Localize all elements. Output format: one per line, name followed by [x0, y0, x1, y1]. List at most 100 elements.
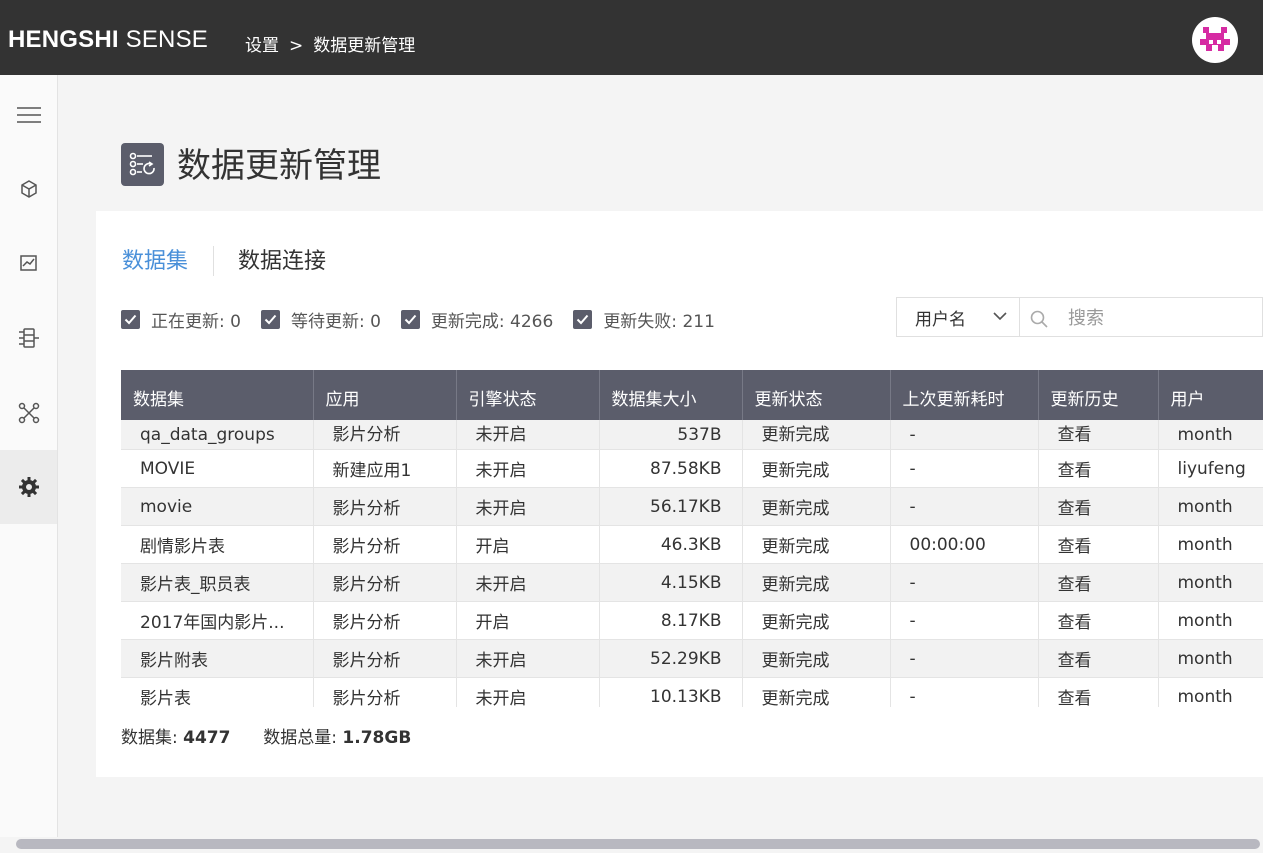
cell-engine-status: 未开启 — [456, 563, 600, 602]
cell-user: liyufeng — [1158, 449, 1263, 488]
cell-duration: - — [890, 420, 1039, 450]
cell-size: 537B — [599, 420, 743, 450]
filter-updating[interactable]: 正在更新: 0 — [121, 307, 241, 332]
cell-engine-status: 未开启 — [456, 420, 600, 450]
page-title: 数据更新管理 — [177, 146, 381, 186]
cell-user: month — [1158, 563, 1263, 602]
view-history-link[interactable]: 查看 — [1038, 601, 1159, 640]
cell-dataset: 2017年国内影片... — [121, 601, 314, 640]
cell-duration: - — [890, 487, 1039, 526]
cell-update-status: 更新完成 — [742, 639, 891, 678]
cell-size: 8.17KB — [599, 601, 743, 640]
view-history-link[interactable]: 查看 — [1038, 449, 1159, 488]
column-header-dataset-size[interactable]: 数据集大小 — [599, 370, 743, 420]
cell-user: month — [1158, 677, 1263, 707]
table-row[interactable]: 影片表 影片分析 未开启 10.13KB 更新完成 - 查看 month — [121, 677, 1263, 707]
avatar-icon — [1200, 27, 1230, 51]
sidebar-item-settings[interactable] — [0, 450, 57, 524]
column-header-last-duration[interactable]: 上次更新耗时 — [890, 370, 1039, 420]
search-input[interactable] — [1066, 304, 1250, 332]
data-update-icon — [121, 143, 164, 186]
search-box — [1020, 297, 1263, 337]
column-header-update-status[interactable]: 更新状态 — [742, 370, 891, 420]
table-row[interactable]: 影片附表 影片分析 未开启 52.29KB 更新完成 - 查看 month — [121, 639, 1263, 678]
cell-size: 87.58KB — [599, 449, 743, 488]
view-history-link[interactable]: 查看 — [1038, 420, 1159, 450]
table-row[interactable]: MOVIE 新建应用1 未开启 87.58KB 更新完成 - 查看 liyufe… — [121, 449, 1263, 488]
tab-divider — [213, 246, 214, 276]
total-size-label: 数据总量: — [263, 728, 338, 748]
cell-size: 4.15KB — [599, 563, 743, 602]
table-row[interactable]: 2017年国内影片... 影片分析 开启 8.17KB 更新完成 - 查看 mo… — [121, 601, 1263, 640]
check-icon[interactable] — [573, 309, 593, 329]
dataset-count: 4477 — [183, 728, 231, 748]
sidebar — [0, 75, 58, 853]
column-header-user[interactable]: 用户 — [1158, 370, 1263, 420]
sidebar-item-connections[interactable] — [0, 376, 57, 450]
column-header-app[interactable]: 应用 — [313, 370, 457, 420]
cell-engine-status: 未开启 — [456, 449, 600, 488]
cell-engine-status: 开启 — [456, 525, 600, 564]
cell-duration: - — [890, 639, 1039, 678]
cell-dataset: 影片表 — [121, 677, 314, 707]
scrollbar-thumb[interactable] — [16, 839, 1260, 849]
view-history-link[interactable]: 查看 — [1038, 525, 1159, 564]
search-field-select[interactable]: 用户名 — [896, 297, 1020, 337]
check-icon[interactable] — [121, 309, 140, 329]
cell-dataset: qa_data_groups — [121, 420, 314, 450]
cell-user: month — [1158, 487, 1263, 526]
cell-update-status: 更新完成 — [742, 601, 891, 640]
table-row[interactable]: qa_data_groups 影片分析 未开启 537B 更新完成 - 查看 m… — [121, 420, 1263, 450]
sidebar-menu-toggle[interactable] — [0, 78, 57, 152]
cell-user: month — [1158, 525, 1263, 564]
cell-update-status: 更新完成 — [742, 677, 891, 707]
user-avatar[interactable] — [1192, 17, 1238, 63]
filter-waiting[interactable]: 等待更新: 0 — [260, 307, 381, 332]
view-history-link[interactable]: 查看 — [1038, 563, 1159, 602]
cell-duration: - — [890, 449, 1039, 488]
tab-datasets[interactable]: 数据集 — [122, 247, 188, 277]
view-history-link[interactable]: 查看 — [1038, 677, 1159, 707]
cell-engine-status: 未开启 — [456, 639, 600, 678]
view-history-link[interactable]: 查看 — [1038, 487, 1159, 526]
tab-data-connections[interactable]: 数据连接 — [238, 247, 326, 277]
check-icon[interactable] — [400, 309, 420, 329]
brand-logo[interactable]: HENGSHI SENSE — [8, 26, 208, 54]
column-header-update-history[interactable]: 更新历史 — [1038, 370, 1159, 420]
horizontal-scrollbar[interactable] — [0, 837, 1263, 853]
cell-user: month — [1158, 420, 1263, 450]
cell-dataset: 影片表_职员表 — [121, 563, 314, 602]
breadcrumb-settings[interactable]: 设置 — [245, 36, 279, 56]
filter-completed[interactable]: 更新完成: 4266 — [400, 307, 554, 332]
cell-engine-status: 未开启 — [456, 487, 600, 526]
table-row[interactable]: movie 影片分析 未开启 56.17KB 更新完成 - 查看 month — [121, 487, 1263, 526]
table-row[interactable]: 影片表_职员表 影片分析 未开启 4.15KB 更新完成 - 查看 month — [121, 563, 1263, 602]
column-header-engine-status[interactable]: 引擎状态 — [456, 370, 600, 420]
cell-update-status: 更新完成 — [742, 563, 891, 602]
filter-label: 等待更新: 0 — [290, 311, 381, 332]
filter-label: 更新失败: 211 — [603, 311, 715, 332]
breadcrumb: 设置 > 数据更新管理 — [245, 31, 415, 56]
cell-duration: - — [890, 677, 1039, 707]
menu-icon — [16, 107, 41, 123]
cell-app: 影片分析 — [313, 563, 457, 602]
dataset-table: 数据集 应用 引擎状态 数据集大小 更新状态 上次更新耗时 更新历史 用户 qa… — [121, 370, 1263, 707]
sidebar-item-analysis[interactable] — [0, 226, 57, 300]
breadcrumb-separator: > — [289, 36, 304, 56]
filter-failed[interactable]: 更新失败: 211 — [573, 307, 715, 332]
view-history-link[interactable]: 查看 — [1038, 639, 1159, 678]
table-header: 数据集 应用 引擎状态 数据集大小 更新状态 上次更新耗时 更新历史 用户 — [121, 370, 1263, 420]
dataset-icon — [18, 328, 39, 348]
cell-update-status: 更新完成 — [742, 487, 891, 526]
filter-label: 更新完成: 4266 — [430, 311, 554, 332]
cell-size: 10.13KB — [599, 677, 743, 707]
cell-dataset: MOVIE — [121, 449, 314, 488]
sidebar-item-apps[interactable] — [0, 152, 57, 226]
table-row[interactable]: 剧情影片表 影片分析 开启 46.3KB 更新完成 00:00:00 查看 mo… — [121, 525, 1263, 564]
connection-icon — [18, 402, 39, 424]
sidebar-item-datasets[interactable] — [0, 301, 57, 375]
check-icon[interactable] — [260, 309, 280, 329]
search-field-value: 用户名 — [915, 309, 966, 330]
column-header-dataset[interactable]: 数据集 — [121, 370, 314, 420]
cell-app: 影片分析 — [313, 639, 457, 678]
